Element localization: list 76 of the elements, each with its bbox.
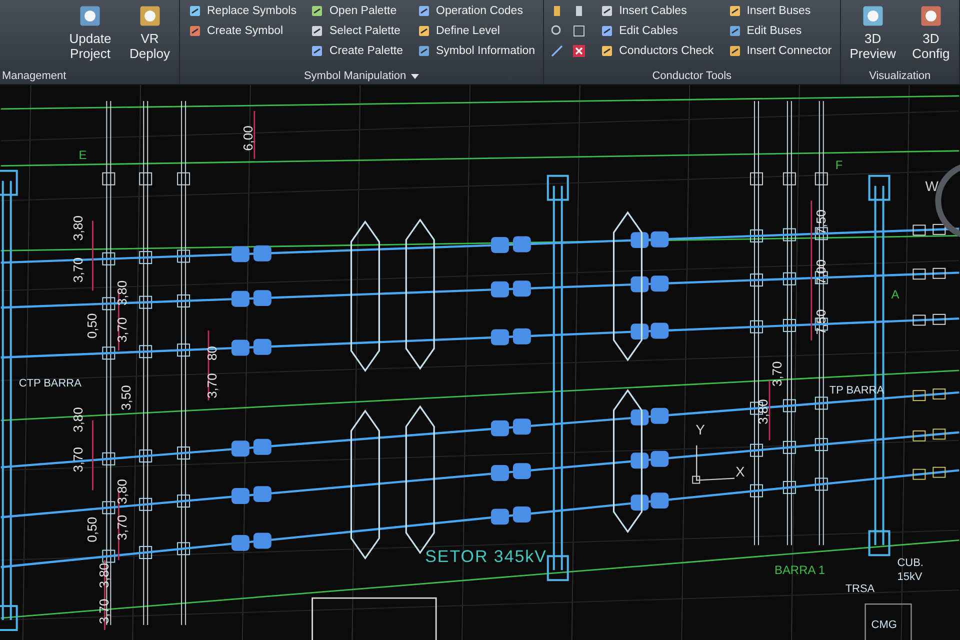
ribbon-button[interactable]: Select Palette <box>308 22 405 40</box>
section-marker: BARRA 1 <box>774 563 826 578</box>
dimension-label: 80 <box>204 346 220 360</box>
tool-icon <box>728 44 742 58</box>
ribbon-button[interactable]: Operation Codes <box>415 2 538 20</box>
tool-icon <box>600 4 614 18</box>
axis-label: X <box>736 463 745 480</box>
dimension-label: 3,70 <box>769 361 784 386</box>
axis-label: W <box>925 178 938 194</box>
ribbon-button[interactable]: Insert Connector <box>726 42 834 60</box>
ribbon-button[interactable]: 3D Config <box>908 2 953 62</box>
tool-icon <box>188 24 202 38</box>
dimension-label: 0,50 <box>84 516 100 542</box>
dimension-label: 7,00 <box>813 259 828 285</box>
tool-icon <box>310 44 324 58</box>
dimension-label: 3,80 <box>114 479 130 504</box>
dimension-label: 3,70 <box>114 514 130 540</box>
dimension-label: 3,70 <box>204 373 220 398</box>
tool-icon <box>600 24 614 38</box>
drawing-label: CMG <box>871 619 897 632</box>
group-label: Conductor Tools <box>652 70 732 82</box>
dimension-label: 3,80 <box>755 399 770 424</box>
axis-icon <box>692 445 735 484</box>
axis-label: Y <box>696 421 705 438</box>
tool-icon[interactable] <box>550 44 564 58</box>
ribbon-button[interactable]: Symbol Information <box>415 42 538 60</box>
ribbon-button[interactable]: VR Deploy <box>126 2 173 62</box>
section-marker: E <box>78 148 87 162</box>
tool-icon[interactable] <box>572 24 586 38</box>
drawing-label: TRSA <box>845 583 875 596</box>
dimension-label: 0,50 <box>84 313 100 339</box>
tool-icon <box>417 44 431 58</box>
ribbon-button[interactable]: Insert Buses <box>726 2 834 20</box>
tool-icon <box>600 44 614 58</box>
dimension-label: 3,70 <box>114 317 130 343</box>
dimension-label: 3,80 <box>96 562 112 588</box>
dimension-label: 3,70 <box>70 447 86 472</box>
ribbon-button[interactable]: Replace Symbols <box>186 2 298 20</box>
tool-icon[interactable] <box>572 44 586 58</box>
dimension-label: 3,50 <box>118 385 134 410</box>
tool-icon <box>728 24 742 38</box>
ribbon-button[interactable]: Edit Buses <box>726 22 834 40</box>
section-marker: F <box>835 158 843 172</box>
dimension-label: 7,50 <box>813 309 828 335</box>
ribbon-button[interactable]: Conductors Check <box>598 42 716 60</box>
dimension-label: 3,80 <box>114 280 130 306</box>
ribbon-button[interactable]: Edit Cables <box>598 22 716 40</box>
tool-icon <box>728 4 742 18</box>
tool-icon <box>417 24 431 38</box>
tool-icon <box>417 4 431 18</box>
ribbon-button[interactable]: Open Palette <box>308 2 405 20</box>
ribbon-button[interactable]: Create Palette <box>308 42 405 60</box>
dimension-label: 6,00 <box>240 126 256 151</box>
dimension-label: 3,70 <box>96 598 112 624</box>
tool-icon <box>310 24 324 38</box>
drawing-title: SETOR 345kV <box>425 547 547 566</box>
group-label: Symbol Manipulation <box>304 70 406 82</box>
dimension-label: 3,70 <box>70 257 86 283</box>
tool-icon <box>188 4 202 18</box>
ribbon-button[interactable]: Update Project <box>64 2 117 62</box>
dimension-label: 3,80 <box>70 407 86 432</box>
dimension-label: 3,80 <box>70 215 86 241</box>
ribbon-button[interactable]: Insert Cables <box>598 2 716 20</box>
building-outline <box>864 603 912 640</box>
section-marker: A <box>891 288 900 302</box>
dimension-label: 7,50 <box>813 209 828 235</box>
ribbon-button[interactable]: 3D Preview <box>846 2 899 62</box>
ribbon-button[interactable]: Define Level <box>415 22 538 40</box>
drawing-label: CUB. <box>897 557 924 570</box>
caret-icon[interactable] <box>411 72 420 80</box>
ribbon-button[interactable]: Create Symbol <box>186 22 298 40</box>
group-label: Visualization <box>869 70 931 82</box>
group-label: Management <box>2 70 66 82</box>
tool-icon <box>310 4 324 18</box>
drawing-label: CTP BARRA <box>18 377 82 390</box>
drawing-label: 15kV <box>897 571 922 584</box>
